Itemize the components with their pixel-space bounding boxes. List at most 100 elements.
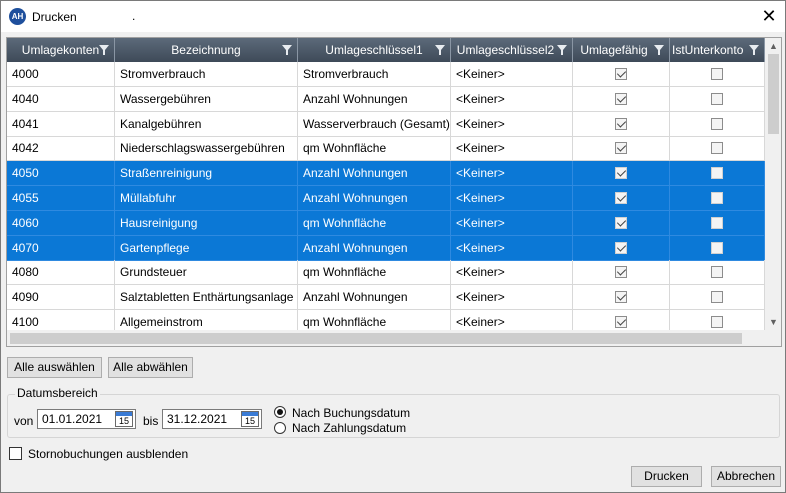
filter-icon[interactable] <box>557 45 567 55</box>
cell-bezeichnung[interactable]: Straßenreinigung <box>115 161 298 187</box>
cell-bezeichnung[interactable]: Müllabfuhr <box>115 186 298 211</box>
cell-umlageschluessel1[interactable]: Anzahl Wohnungen <box>298 235 451 261</box>
cell-bezeichnung[interactable]: Niederschlagswassergebühren <box>115 136 298 162</box>
table-row[interactable]: 4041 Kanalgebühren Wasserverbrauch (Gesamt… <box>7 111 765 137</box>
horizontal-scroll-thumb[interactable] <box>10 333 742 344</box>
calendar-icon[interactable]: 15 <box>115 411 133 427</box>
cell-bezeichnung[interactable]: Stromverbrauch <box>115 62 298 87</box>
umlagefaehig-checkbox[interactable] <box>614 216 627 229</box>
cell-konto[interactable]: 4070 <box>7 235 115 261</box>
cell-umlageschluessel1[interactable]: Anzahl Wohnungen <box>298 161 451 187</box>
cell-konto[interactable]: 4040 <box>7 86 115 112</box>
column-header-umlageschluessel1[interactable]: Umlageschlüssel1 <box>298 38 451 62</box>
umlagefaehig-checkbox[interactable] <box>614 117 627 130</box>
istunterkonto-checkbox[interactable] <box>710 192 723 204</box>
horizontal-scrollbar[interactable] <box>7 330 765 346</box>
umlagefaehig-checkbox[interactable] <box>614 192 627 204</box>
payment-date-label[interactable]: Nach Zahlungsdatum <box>292 421 406 435</box>
istunterkonto-checkbox[interactable] <box>710 142 723 155</box>
from-date-input[interactable]: 01.01.2021 15 <box>37 409 136 429</box>
select-all-button[interactable]: Alle auswählen <box>7 357 102 378</box>
umlagefaehig-checkbox[interactable] <box>614 68 627 80</box>
table-row[interactable]: 4090 Salztabletten Enthärtungsanlage Anzah… <box>7 285 765 311</box>
table-row[interactable]: 4070 Gartenpflege Anzahl Wohnungen <Keiner> <box>7 235 765 261</box>
payment-date-radio[interactable] <box>274 422 286 434</box>
cell-umlageschluessel1[interactable]: Anzahl Wohnungen <box>298 285 451 311</box>
cell-umlageschluessel2[interactable]: <Keiner> <box>451 210 573 236</box>
istunterkonto-checkbox[interactable] <box>710 216 723 229</box>
cell-umlageschluessel1[interactable]: qm Wohnfläche <box>298 210 451 236</box>
cell-umlageschluessel2[interactable]: <Keiner> <box>451 186 573 211</box>
cell-bezeichnung[interactable]: Salztabletten Enthärtungsanlage <box>115 285 298 311</box>
deselect-all-button[interactable]: Alle abwählen <box>108 357 193 378</box>
cell-umlageschluessel2[interactable]: <Keiner> <box>451 86 573 112</box>
cell-umlageschluessel1[interactable]: Stromverbrauch <box>298 62 451 87</box>
cell-umlageschluessel1[interactable]: qm Wohnfläche <box>298 136 451 162</box>
vertical-scrollbar[interactable]: ▲ ▼ <box>765 38 781 330</box>
column-header-umlagekonten[interactable]: Umlagekonten <box>7 38 115 62</box>
cell-umlageschluessel1[interactable]: Wasserverbrauch (Gesamt) <box>298 111 451 137</box>
cell-konto[interactable]: 4000 <box>7 62 115 87</box>
cell-konto[interactable]: 4055 <box>7 186 115 211</box>
booking-date-label[interactable]: Nach Buchungsdatum <box>292 406 410 420</box>
cell-konto[interactable]: 4090 <box>7 285 115 311</box>
umlagefaehig-checkbox[interactable] <box>614 291 627 304</box>
cell-konto[interactable]: 4060 <box>7 210 115 236</box>
close-icon[interactable]: ✕ <box>753 1 785 32</box>
istunterkonto-checkbox[interactable] <box>710 291 723 304</box>
booking-date-radio[interactable] <box>274 406 286 418</box>
istunterkonto-checkbox[interactable] <box>710 241 723 254</box>
umlagefaehig-checkbox[interactable] <box>614 167 627 180</box>
column-header-bezeichnung[interactable]: Bezeichnung <box>115 38 298 62</box>
istunterkonto-checkbox[interactable] <box>710 167 723 180</box>
filter-icon[interactable] <box>282 45 292 55</box>
filter-icon[interactable] <box>435 45 445 55</box>
hide-storno-label[interactable]: Stornobuchungen ausblenden <box>28 447 188 461</box>
table-row[interactable]: 4040 Wassergebühren Anzahl Wohnungen <Keine… <box>7 86 765 112</box>
umlagefaehig-checkbox[interactable] <box>614 316 627 328</box>
umlagefaehig-checkbox[interactable] <box>614 142 627 155</box>
table-row[interactable]: 4050 Straßenreinigung Anzahl Wohnungen <Kei… <box>7 161 765 187</box>
cell-bezeichnung[interactable]: Grundsteuer <box>115 260 298 286</box>
table-row[interactable]: 4060 Hausreinigung qm Wohnfläche <Keiner> <box>7 210 765 236</box>
cell-umlageschluessel2[interactable]: <Keiner> <box>451 285 573 311</box>
calendar-icon[interactable]: 15 <box>241 411 259 427</box>
column-header-istunterkonto[interactable]: IstUnterkonto <box>670 38 765 62</box>
umlagefaehig-checkbox[interactable] <box>614 266 627 279</box>
table-row[interactable]: 4080 Grundsteuer qm Wohnfläche <Keiner> <box>7 260 765 286</box>
cell-umlageschluessel2[interactable]: <Keiner> <box>451 136 573 162</box>
cell-konto[interactable]: 4042 <box>7 136 115 162</box>
cell-bezeichnung[interactable]: Gartenpflege <box>115 235 298 261</box>
istunterkonto-checkbox[interactable] <box>710 266 723 279</box>
to-date-input[interactable]: 31.12.2021 15 <box>162 409 262 429</box>
umlagefaehig-checkbox[interactable] <box>614 92 627 105</box>
vertical-scroll-thumb[interactable] <box>768 54 779 134</box>
filter-icon[interactable] <box>749 45 759 55</box>
cancel-button[interactable]: Abbrechen <box>711 466 781 487</box>
scroll-down-icon[interactable]: ▼ <box>765 314 781 330</box>
cell-umlageschluessel2[interactable]: <Keiner> <box>451 62 573 87</box>
umlagefaehig-checkbox[interactable] <box>614 241 627 254</box>
cell-konto[interactable]: 4080 <box>7 260 115 286</box>
cell-konto[interactable]: 4041 <box>7 111 115 137</box>
istunterkonto-checkbox[interactable] <box>710 92 723 105</box>
istunterkonto-checkbox[interactable] <box>710 117 723 130</box>
cell-umlageschluessel1[interactable]: Anzahl Wohnungen <box>298 186 451 211</box>
table-row[interactable]: 4042 Niederschlagswassergebühren qm Wohnfl… <box>7 136 765 162</box>
cell-umlageschluessel1[interactable]: qm Wohnfläche <box>298 260 451 286</box>
cell-bezeichnung[interactable]: Wassergebühren <box>115 86 298 112</box>
cell-bezeichnung[interactable]: Kanalgebühren <box>115 111 298 137</box>
hide-storno-checkbox[interactable] <box>9 447 22 460</box>
print-button[interactable]: Drucken <box>631 466 702 487</box>
cell-bezeichnung[interactable]: Hausreinigung <box>115 210 298 236</box>
table-row[interactable]: 4055 Müllabfuhr Anzahl Wohnungen <Keiner> <box>7 186 765 211</box>
istunterkonto-checkbox[interactable] <box>710 316 723 328</box>
filter-icon[interactable] <box>99 45 109 55</box>
cell-umlageschluessel2[interactable]: <Keiner> <box>451 111 573 137</box>
istunterkonto-checkbox[interactable] <box>710 68 723 80</box>
table-row[interactable]: 4000 Stromverbrauch Stromverbrauch <Keiner> <box>7 62 765 87</box>
filter-icon[interactable] <box>654 45 664 55</box>
cell-umlageschluessel2[interactable]: <Keiner> <box>451 235 573 261</box>
cell-umlageschluessel2[interactable]: <Keiner> <box>451 260 573 286</box>
scroll-up-icon[interactable]: ▲ <box>765 38 781 54</box>
